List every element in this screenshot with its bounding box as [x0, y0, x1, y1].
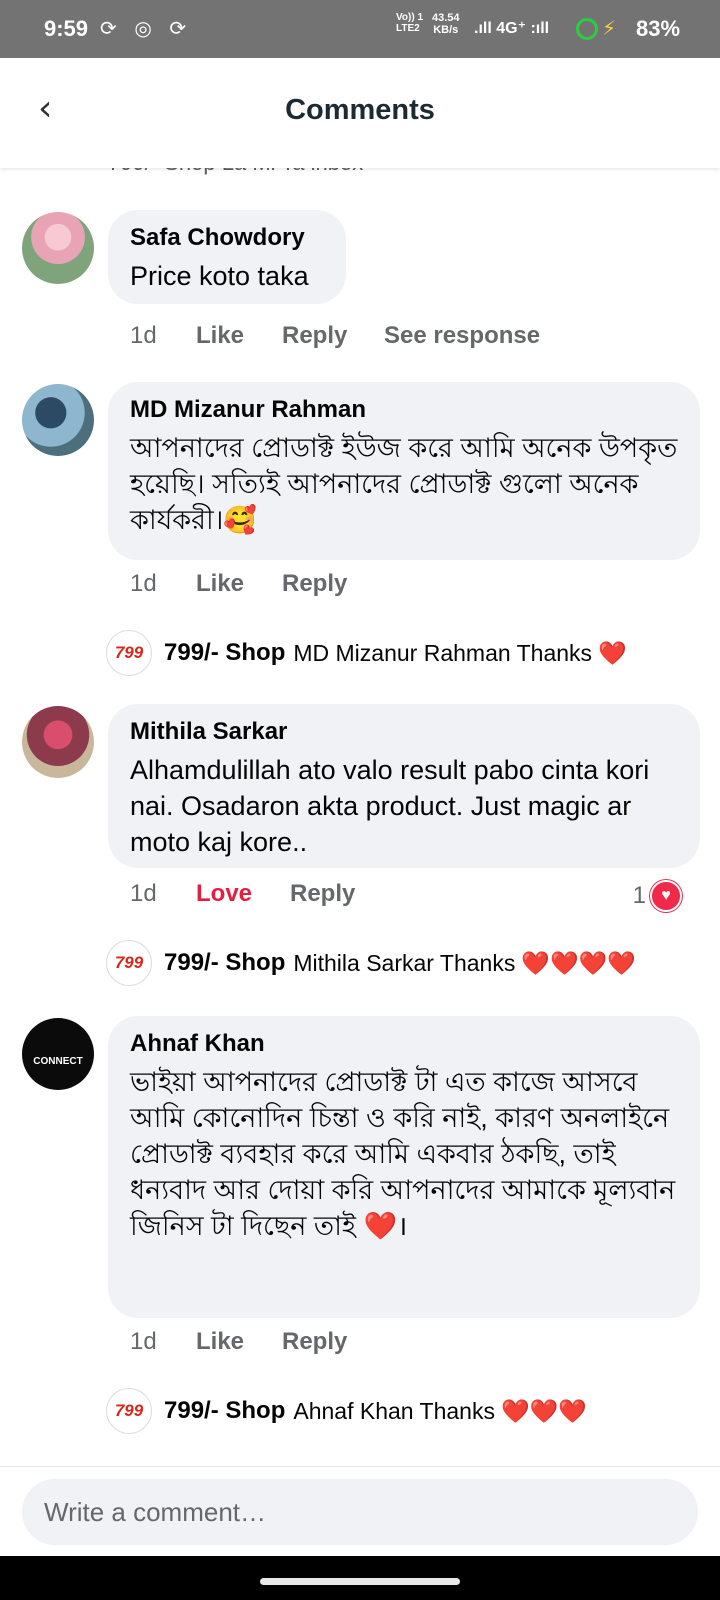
comment-bubble[interactable]: Mithila Sarkar Alhamdulillah ato valo re…	[108, 704, 700, 868]
avatar[interactable]	[22, 706, 94, 778]
comment-text: আপনাদের প্রোডাক্ট ইউজ করে আমি অনেক উপকৃত…	[130, 433, 678, 535]
ring-icon	[576, 18, 598, 40]
reply-button[interactable]: Reply	[290, 880, 392, 908]
comment-actions: 1d Like Reply See response	[130, 322, 540, 350]
comment-bubble[interactable]: Safa Chowdory Price koto taka	[108, 210, 346, 304]
comment-author[interactable]: Ahnaf Khan	[130, 1030, 678, 1058]
comment-time: 1d	[130, 322, 157, 349]
comments-feed[interactable]: 799/- Shop La Mi Ta inbox Safa Chowdory …	[0, 150, 720, 1466]
status-bar: 9:59 ⟳ ◎ ⟳ Vo)) 1 LTE2 43.54 KB/s .ıll 4G⁺…	[0, 0, 720, 58]
system-nav-bar	[0, 1556, 720, 1600]
like-button[interactable]: Like	[196, 1328, 282, 1356]
shop-name[interactable]: 799/- Shop	[164, 639, 285, 667]
shop-avatar[interactable]: 799	[106, 1388, 152, 1434]
shop-name[interactable]: 799/- Shop	[164, 949, 285, 977]
shop-avatar[interactable]: 799	[106, 940, 152, 986]
shop-reply[interactable]: 799 799/- Shop Mithila Sarkar Thanks ❤️❤…	[106, 940, 636, 986]
charging-icon: ⚡	[602, 18, 617, 40]
connect-logo: CONNECT	[33, 1055, 83, 1067]
network-speed: 43.54 KB/s	[432, 12, 460, 36]
comment-author[interactable]: Mithila Sarkar	[130, 718, 678, 746]
comment-author[interactable]: Safa Chowdory	[130, 224, 324, 252]
comment-author[interactable]: MD Mizanur Rahman	[130, 396, 678, 424]
reply-button[interactable]: Reply	[282, 1328, 384, 1356]
reply-button[interactable]: Reply	[282, 322, 384, 350]
comment-time: 1d	[130, 570, 157, 597]
shop-avatar[interactable]: 799	[106, 630, 152, 676]
avatar[interactable]: CONNECT	[22, 1018, 94, 1090]
avatar[interactable]	[22, 212, 94, 284]
reply-text: Ahnaf Khan Thanks	[293, 1397, 495, 1424]
comment-time: 1d	[130, 1328, 157, 1355]
shop-name[interactable]: 799/- Shop	[164, 1397, 285, 1425]
status-time: 9:59	[44, 16, 89, 41]
comment-actions: 1d Like Reply	[130, 1328, 384, 1356]
comment-actions: 1d Like Reply	[130, 570, 384, 598]
like-button[interactable]: Like	[196, 570, 282, 598]
see-response-button[interactable]: See response	[384, 322, 540, 350]
comments-header: ‹ Comments	[0, 58, 720, 168]
reply-text: MD Mizanur Rahman Thanks	[293, 639, 593, 666]
comment-bubble[interactable]: Ahnaf Khan ভাইয়া আপনাদের প্রোডাক্ট টা এ…	[108, 1016, 700, 1318]
shop-reply[interactable]: 799 799/- Shop Ahnaf Khan Thanks ❤️❤️❤️	[106, 1388, 587, 1434]
like-button[interactable]: Like	[196, 322, 282, 350]
comment-time: 1d	[130, 880, 157, 907]
shop-reply[interactable]: 799 799/- Shop MD Mizanur Rahman Thanks …	[106, 630, 627, 676]
reply-button[interactable]: Reply	[282, 570, 384, 598]
hearts-emoji: ❤️❤️❤️❤️	[521, 949, 636, 976]
hearts-emoji: ❤️❤️❤️	[500, 1397, 587, 1424]
reply-text: Mithila Sarkar Thanks	[293, 949, 516, 976]
notification-icons: ⟳ ◎ ⟳	[100, 18, 193, 40]
comment-actions: 1d Love Reply	[130, 880, 392, 908]
comment-text: Price koto taka	[130, 261, 309, 291]
battery-percent: 83%	[636, 16, 681, 41]
avatar[interactable]	[22, 384, 94, 456]
comment-input[interactable]: Write a comment…	[22, 1479, 698, 1545]
comment-bubble[interactable]: MD Mizanur Rahman আপনাদের প্রোডাক্ট ইউজ …	[108, 382, 700, 560]
network-label: Vo)) 1 LTE2	[396, 12, 424, 34]
reaction-count[interactable]: 1 ♥	[633, 880, 682, 912]
page-title: Comments	[285, 94, 435, 126]
comment-text: ভাইয়া আপনাদের প্রোডাক্ট টা এত কাজে আসবে…	[130, 1067, 676, 1241]
comment-text: Alhamdulillah ato valo result pabo cinta…	[130, 755, 650, 857]
signal-icon: .ıll 4G⁺ :ıll	[474, 20, 550, 37]
reaction-count-value: 1	[632, 882, 646, 909]
love-button[interactable]: Love	[196, 880, 290, 908]
hearts-emoji: ❤️	[598, 639, 627, 666]
comment-composer: Write a comment…	[0, 1466, 720, 1557]
home-gesture-handle[interactable]	[260, 1578, 460, 1585]
love-reaction-icon: ♥	[650, 880, 682, 912]
